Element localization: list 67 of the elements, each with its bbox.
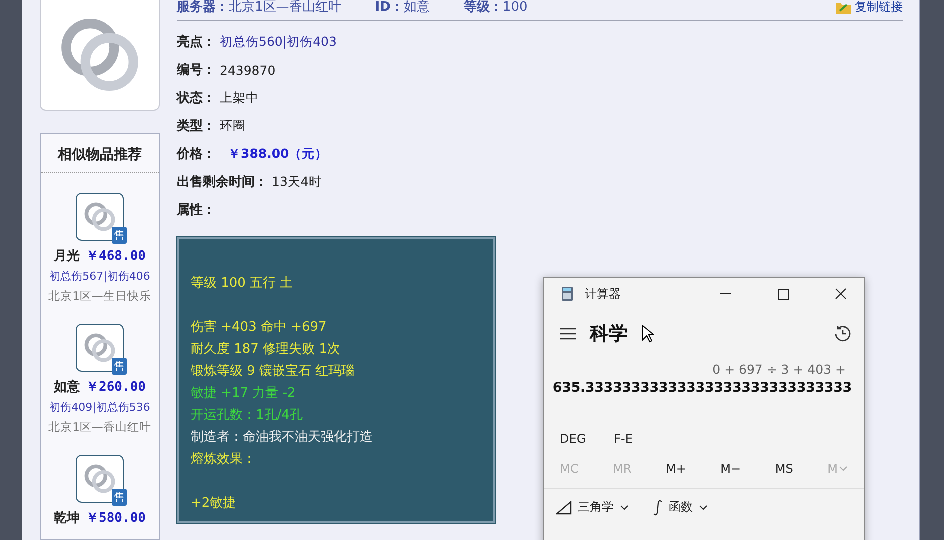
toolbar-dropdown[interactable]: 函数 <box>653 499 708 516</box>
expression-display: 0 + 697 ÷ 3 + 403 + <box>712 362 847 377</box>
minimize-icon <box>720 293 730 295</box>
item-name[interactable]: 乾坤 <box>54 509 80 527</box>
chevron-icon <box>699 504 708 510</box>
server-info: 服务器：北京1区—香山红叶 <box>177 0 342 16</box>
sale-badge: 售 <box>112 227 127 244</box>
memory-button[interactable]: MS <box>775 462 794 476</box>
attribute-line: 等级 100 五行 土 <box>191 275 294 293</box>
result-display: 635.33333333333333333333333333333 <box>552 380 853 396</box>
level-info: 等级：100 <box>464 0 528 16</box>
attribute-line: 开运孔数：1孔/4孔 <box>191 407 303 425</box>
field-label: 出售剩余时间： <box>177 174 268 191</box>
item-name[interactable]: 月光 <box>54 247 80 265</box>
attribute-line: 锻炼等级 9 镶嵌宝石 红玛瑙 <box>191 363 355 381</box>
copy-link[interactable]: 复制链接 <box>855 0 903 16</box>
attribute-line: 敏捷 +17 力量 -2 <box>191 385 296 403</box>
history-icon[interactable] <box>834 325 852 343</box>
item-stats[interactable]: 初总伤567|初伤406 <box>50 269 150 284</box>
field-label: 属性： <box>177 202 216 219</box>
cursor-icon <box>642 325 654 343</box>
field-value: 环圈 <box>220 118 246 134</box>
window-title: 计算器 <box>585 286 621 302</box>
calculator-icon <box>562 287 573 301</box>
field-value: 2439870 <box>220 62 276 78</box>
field-value: 上架中 <box>220 90 259 106</box>
item-thumbnail[interactable]: 售 <box>76 324 124 372</box>
attribute-line: 制造者：命油我不油天强化打造 <box>191 429 373 447</box>
chevron-icon <box>838 466 848 472</box>
toolbar-dropdown[interactable]: 三角学 <box>556 499 629 516</box>
field-label: 状态： <box>177 90 216 107</box>
id-info: ID：如意 <box>375 0 430 16</box>
maximize-icon <box>778 288 788 300</box>
mode-title: 科学 <box>590 322 628 347</box>
sale-badge: 售 <box>112 358 127 375</box>
panel-title: 相似物品推荐 <box>41 134 159 173</box>
item-thumbnail[interactable]: 售 <box>76 455 124 503</box>
item-server: 北京1区—生日快乐 <box>48 289 152 304</box>
field-label: 亮点： <box>177 34 216 51</box>
triangle-icon <box>556 500 572 514</box>
item-price: ￥580.00 <box>86 510 146 527</box>
attribute-line: 伤害 +403 命中 +697 <box>191 319 327 337</box>
attribute-line: 耐久度 187 修理失败 1次 <box>191 341 340 359</box>
attribute-line: +2敏捷 <box>191 495 236 513</box>
item-name[interactable]: 如意 <box>54 378 80 396</box>
attribute-line: 熔炼效果： <box>191 451 256 469</box>
integral-icon <box>653 500 663 516</box>
field-label: 价格： <box>177 146 216 163</box>
chevron-icon <box>620 504 629 510</box>
item-stats[interactable]: 初伤409|初总伤536 <box>50 400 150 415</box>
field-label: 编号： <box>177 62 216 79</box>
folder-icon <box>836 0 851 14</box>
memory-button[interactable]: M+ <box>666 462 686 476</box>
item-price: ￥260.00 <box>86 379 146 396</box>
item-server: 北京1区—香山红叶 <box>48 420 152 435</box>
mode-toggle[interactable]: DEG <box>560 432 586 446</box>
menu-icon[interactable] <box>560 328 576 340</box>
mode-toggle[interactable]: F-E <box>614 432 633 446</box>
field-label: 类型： <box>177 118 216 135</box>
item-thumbnail[interactable]: 售 <box>76 193 124 241</box>
close-icon <box>835 288 847 300</box>
memory-button[interactable]: M− <box>720 462 742 476</box>
field-value: ￥388.00（元） <box>228 146 328 162</box>
field-value: 13天4时 <box>272 174 322 190</box>
sale-badge: 售 <box>112 489 127 506</box>
item-price: ￥468.00 <box>86 248 146 265</box>
field-value[interactable]: 初总伤560|初伤403 <box>220 34 337 50</box>
